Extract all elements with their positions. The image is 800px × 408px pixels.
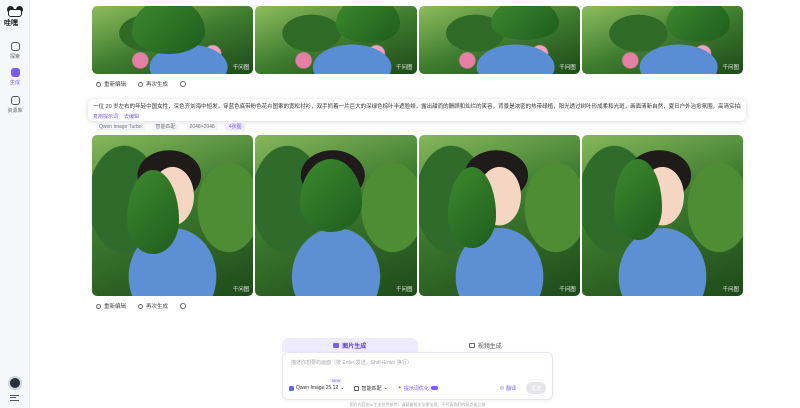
edit-prompt-link[interactable]: 去编辑 xyxy=(124,113,139,120)
reedit-button[interactable]: 重新编辑 xyxy=(96,302,126,310)
send-button[interactable]: 发送 xyxy=(526,382,546,394)
chevron-down-icon: ⌄ xyxy=(340,385,345,391)
compass-icon xyxy=(10,42,20,51)
image-row-top: 千问图 千问图 千问图 千问图 xyxy=(92,6,743,74)
generated-image[interactable]: 千问图 xyxy=(92,135,254,296)
translate-icon: ◎ xyxy=(499,385,504,391)
image-actions-top: 重新编辑 再次生成 xyxy=(96,80,187,88)
disclaimer: 图片内容由AI生成仅供参考，请遵循相关法律法规，不代表我们的观点或立场 xyxy=(349,402,486,407)
watermark: 千问图 xyxy=(232,287,250,293)
generated-image[interactable]: 千问图 xyxy=(418,6,580,74)
video-icon xyxy=(468,342,475,348)
sidebar: 哇嘿 探索 生成 资源库 xyxy=(0,0,30,408)
prompt-input[interactable]: 描述你想要的画面（按 Enter 发送，Shift+Enter 换行） xyxy=(291,359,412,366)
tab-image-generation[interactable]: 图片生成 xyxy=(282,338,418,352)
sidebar-item-label: 生成 xyxy=(9,80,20,86)
prompt-input-panel[interactable]: 描述你想要的画面（按 Enter 发送，Shift+Enter 换行） NEW … xyxy=(282,352,553,400)
image-icon xyxy=(333,342,340,348)
watermark: 千问图 xyxy=(559,287,576,293)
regenerate-button[interactable]: 再次生成 xyxy=(138,80,168,88)
watermark: 千问图 xyxy=(395,287,413,293)
generated-image[interactable]: 千问图 xyxy=(581,6,743,74)
sidebar-item-library[interactable]: 资源库 xyxy=(0,96,30,114)
sparkle-icon xyxy=(10,68,20,77)
image-row-bottom: 千问图 千问图 千问图 千问图 xyxy=(92,135,743,296)
translate-button[interactable]: ◎ 翻译 xyxy=(500,385,516,392)
sidebar-item-label: 探索 xyxy=(9,54,20,60)
menu-icon[interactable] xyxy=(10,395,19,401)
watermark: 千问图 xyxy=(722,287,739,293)
magic-wand-icon: ✦ xyxy=(397,385,402,391)
refresh-icon xyxy=(138,81,144,87)
settings-icon[interactable] xyxy=(180,303,187,309)
watermark: 千问图 xyxy=(559,65,576,71)
watermark: 千问图 xyxy=(395,65,413,71)
reedit-button[interactable]: 重新编辑 xyxy=(96,80,126,88)
prompt-card: 一位 20 岁左右的年轻中国女性，深色齐刘海中短发，穿蓝色底带粉色花卉图案的宽松… xyxy=(88,99,746,121)
prompt-text: 一位 20 岁左右的年轻中国女性，深色齐刘海中短发，穿蓝色底带粉色花卉图案的宽松… xyxy=(93,104,741,110)
generated-image[interactable]: 千问图 xyxy=(581,135,743,296)
model-select[interactable]: Qwen Image 25.12 ⌄ xyxy=(289,385,344,391)
ratio-badge: 智能匹配 xyxy=(152,122,179,131)
copy-prompt-link[interactable]: 复用提示词 xyxy=(93,113,118,120)
aspect-ratio-icon xyxy=(354,385,360,391)
chevron-down-icon: ⌄ xyxy=(383,385,388,391)
avatar[interactable] xyxy=(8,376,22,390)
ratio-select[interactable]: 智能匹配 ⌄ xyxy=(354,385,388,392)
composer-controls: Qwen Image 25.12 ⌄ 智能匹配 ⌄ ✦ 提示词优化 ◎ 翻译 发… xyxy=(289,382,546,394)
refresh-icon xyxy=(138,303,144,309)
edit-icon xyxy=(96,303,101,309)
watermark: 千问图 xyxy=(722,65,739,71)
generated-image[interactable]: 千问图 xyxy=(255,135,417,296)
generated-image[interactable]: 千问图 xyxy=(92,6,254,74)
image-actions-bottom: 重新编辑 再次生成 xyxy=(96,302,187,310)
prompt-enhance-toggle[interactable]: ✦ 提示词优化 xyxy=(398,385,438,392)
size-badge: 2048×2048 xyxy=(186,122,218,131)
tab-video-generation[interactable]: 视频生成 xyxy=(418,338,554,352)
edit-icon xyxy=(96,81,101,87)
library-icon xyxy=(10,96,20,105)
watermark: 千问图 xyxy=(232,65,250,71)
sidebar-item-label: 资源库 xyxy=(7,108,23,114)
sidebar-item-generate[interactable]: 生成 xyxy=(0,68,30,86)
count-badge: 4张图 xyxy=(225,122,245,131)
app-root: 哇嘿 探索 生成 资源库 千问图 千问图 千问图 千问图 重新编辑 再次生成 一… xyxy=(0,0,800,408)
sidebar-item-explore[interactable]: 探索 xyxy=(0,42,30,60)
generated-image[interactable]: 千问图 xyxy=(418,135,580,296)
generated-image[interactable]: 千问图 xyxy=(255,6,417,74)
logo-text: 哇嘿 xyxy=(4,20,18,27)
generation-meta: Qwen Image Turbo 智能匹配 2048×2048 4张图 xyxy=(96,122,245,131)
toggle-switch[interactable] xyxy=(430,386,438,390)
model-badge: Qwen Image Turbo xyxy=(96,122,145,131)
settings-icon[interactable] xyxy=(180,81,187,87)
model-icon xyxy=(289,385,294,391)
regenerate-button[interactable]: 再次生成 xyxy=(138,302,168,310)
composer-tabs: 图片生成 视频生成 xyxy=(282,338,553,352)
